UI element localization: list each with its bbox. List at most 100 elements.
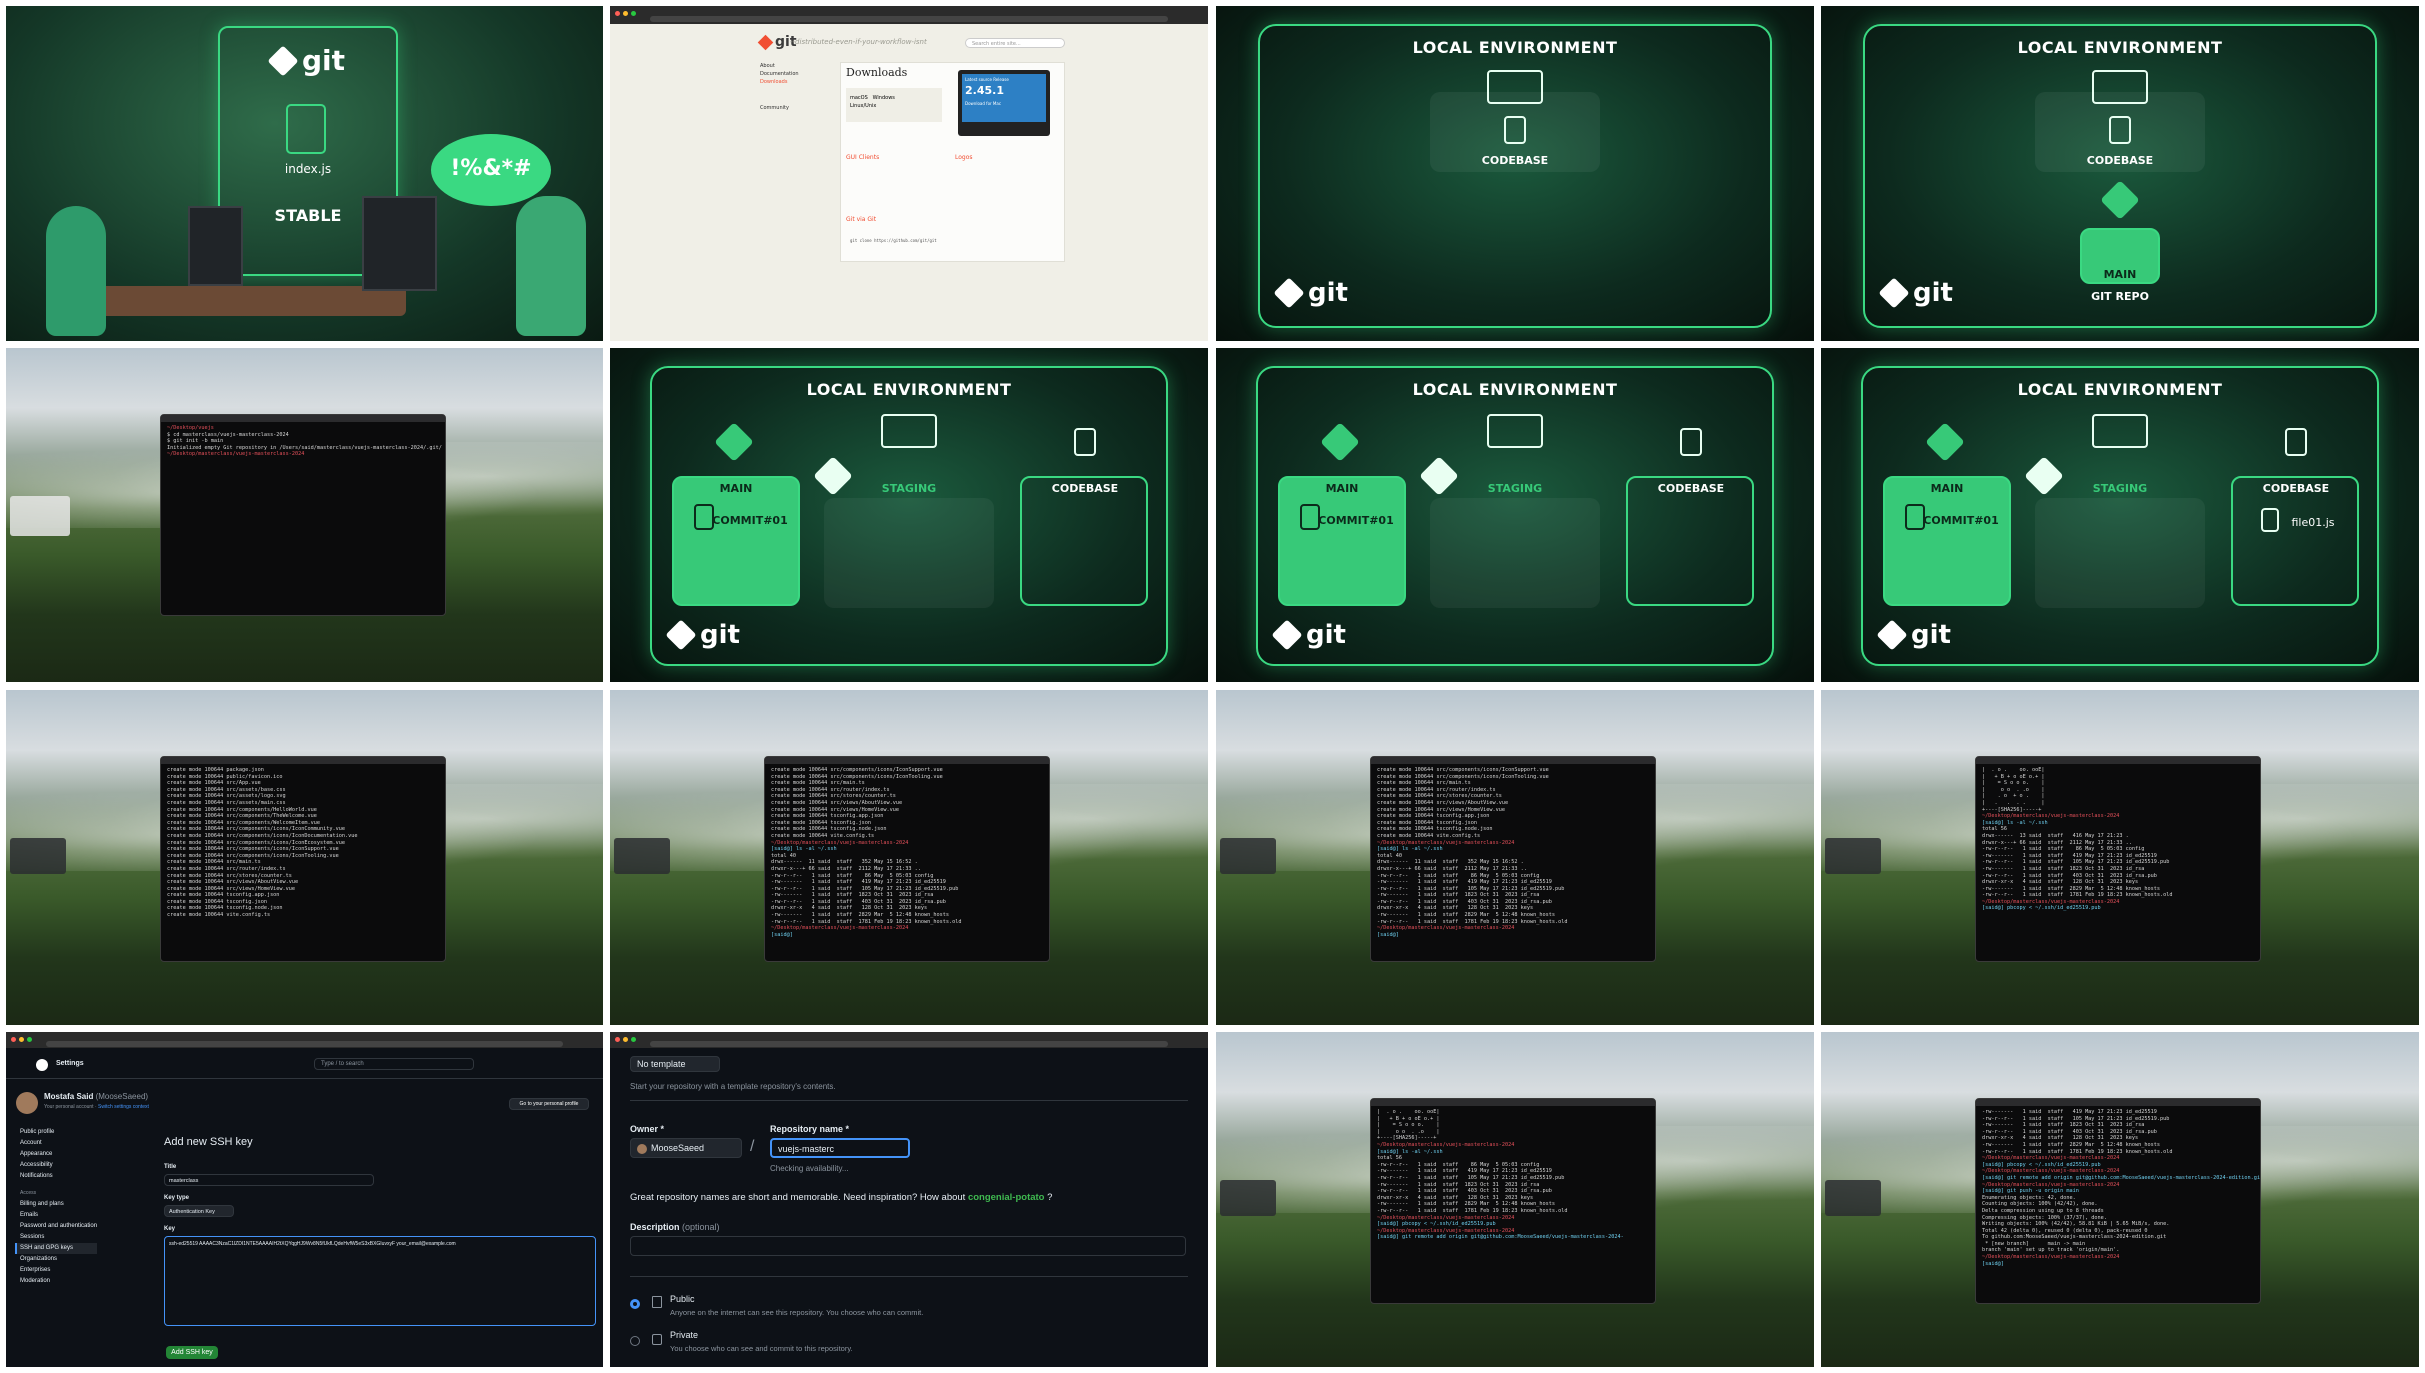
terminal-window[interactable]: create mode 100644 src/components/icons/… (1370, 756, 1656, 962)
nav-downloads[interactable]: Downloads (760, 78, 799, 86)
terminal-line: -rw-r--r-- 1 said staff 105 May 17 21:23… (1982, 1115, 2170, 1122)
local-env-title: LOCAL ENVIRONMENT (806, 380, 1012, 399)
terminal-window[interactable]: ~/Desktop/vuejs $ cd masterclass/vuejs-ma… (160, 414, 446, 616)
search-input[interactable]: Search entire site... (965, 38, 1065, 48)
release-monitor: Latest source Release 2.45.1 Download fo… (958, 70, 1050, 136)
git-repo-label: GIT REPO (2091, 290, 2149, 303)
nav-enterprises[interactable]: Enterprises (20, 1265, 97, 1276)
terminal-window[interactable]: -rw------- 1 said staff 419 May 17 21:23… (1975, 1098, 2261, 1304)
title-label: Title (164, 1164, 177, 1170)
platform-linux[interactable]: Linux/Unix (850, 103, 876, 109)
main-label: MAIN (1930, 482, 1964, 495)
tile-local-env-2: LOCAL ENVIRONMENT CODEBASE MAIN GIT REPO… (1821, 6, 2419, 341)
terminal-line: Initialized empty Git repository in /Use… (167, 444, 442, 451)
nav-accessibility[interactable]: Accessibility (20, 1160, 97, 1171)
owner-label: Owner * (630, 1124, 665, 1134)
git-logo: git (1878, 277, 1953, 309)
terminal-line: -rw------- 1 said staff 419 May 17 21:23… (1377, 879, 1552, 886)
public-icon (652, 1296, 662, 1308)
gui-clients: GUI Clients (846, 154, 880, 161)
public-radio[interactable] (630, 1299, 640, 1309)
terminal-line: ~/Desktop/masterclass/vuejs-masterclass-… (1377, 1141, 1515, 1148)
local-env-title: LOCAL ENVIRONMENT (1412, 380, 1618, 399)
terminal-line: ~/Desktop/masterclass/vuejs-masterclass-… (1982, 1181, 2120, 1188)
nav-organizations[interactable]: Organizations (20, 1254, 97, 1265)
terminal-line: | o o . .o | (1982, 786, 2045, 793)
desk (66, 286, 406, 316)
terminal-line: create mode 100644 src/components/HelloW… (167, 806, 317, 813)
terminal-line: +----[SHA256]-----+ (1982, 806, 2042, 813)
nav-moderation[interactable]: Moderation (20, 1276, 97, 1287)
tile-terminal-push: -rw------- 1 said staff 419 May 17 21:23… (1821, 1032, 2419, 1367)
terminal-line: create mode 100644 src/components/icons/… (167, 846, 339, 853)
nav-docs[interactable]: Documentation (760, 70, 799, 78)
terminal-window[interactable]: create mode 100644 src/components/icons/… (764, 756, 1050, 962)
terminal-line: create mode 100644 tsconfig.app.json (167, 892, 280, 899)
key-textarea[interactable]: ssh-ed25519 AAAAC3NzaC1lZDI1NTE5AAAAIH2t… (164, 1236, 596, 1326)
terminal-line: Compressing objects: 100% (37/37), done. (1982, 1214, 2107, 1221)
repo-label: Repository name * (770, 1124, 850, 1134)
header-divider (6, 1078, 603, 1079)
suggestion-link[interactable]: congenial-potato (968, 1192, 1045, 1203)
page-title: Add new SSH key (164, 1136, 253, 1148)
terminal-line: ~/Desktop/masterclass/vuejs-masterclass-… (1377, 839, 1515, 846)
private-radio[interactable] (630, 1336, 640, 1346)
search-input[interactable]: Type / to search (314, 1058, 474, 1070)
terminal-line: create mode 100644 src/assets/base.css (167, 786, 286, 793)
github-logo-icon[interactable] (36, 1059, 48, 1071)
terminal-line: create mode 100644 src/stores/counter.ts (1377, 793, 1502, 800)
desktop-widget (1220, 1180, 1276, 1216)
platform-windows[interactable]: Windows (873, 95, 895, 101)
keytype-select[interactable]: Authentication Key (164, 1205, 234, 1217)
avatar[interactable] (16, 1092, 38, 1114)
description-input[interactable] (630, 1236, 1186, 1256)
nav-password[interactable]: Password and authentication (20, 1221, 97, 1232)
terminal-line: drwxr-x---+ 66 said staff 2112 May 17 21… (1377, 865, 1527, 872)
nav-ssh-keys[interactable]: SSH and GPG keys (15, 1243, 98, 1254)
nav-billing[interactable]: Billing and plans (20, 1199, 97, 1210)
terminal-line: [said@] pbcopy < ~/.ssh/id_ed25519.pub (1377, 1221, 1496, 1228)
terminal-line: create mode 100644 src/router/index.ts (1377, 786, 1496, 793)
file-code-icon (1074, 428, 1096, 456)
git-logo: git (1273, 277, 1348, 309)
desktop-widget (1825, 1180, 1881, 1216)
staging-label: STAGING (2092, 482, 2148, 495)
checking-status: Checking availability... (770, 1164, 849, 1173)
terminal-line: [said@] (771, 931, 796, 938)
nav-community[interactable]: Community (760, 104, 799, 112)
platform-macos[interactable]: macOS (850, 95, 868, 101)
desktop-widget (10, 496, 70, 536)
laptop-gear-icon (2092, 70, 2148, 104)
commit-label: COMMIT#01 (1318, 514, 1394, 527)
local-env-title: LOCAL ENVIRONMENT (2017, 380, 2223, 399)
owner-select[interactable]: MooseSaeed (630, 1138, 742, 1158)
terminal-line: -rw-r--r-- 1 said staff 105 May 17 21:23… (1982, 859, 2170, 866)
tile-staging-1: LOCAL ENVIRONMENT MAIN COMMIT#01 STAGING COD… (610, 348, 1208, 682)
terminal-line: Total 42 (delta 0), reused 0 (delta 0), … (1982, 1227, 2148, 1234)
repo-name-input[interactable]: vuejs-masterc (770, 1138, 910, 1158)
add-ssh-key-button[interactable]: Add SSH key (166, 1346, 218, 1359)
terminal-window[interactable]: | . o . oo. ooE| | + B + o oE o.+ | | = S … (1975, 756, 2261, 962)
terminal-line: | o o . .o | (1377, 1128, 1440, 1135)
terminal-line: | = S o o o. | (1377, 1122, 1440, 1129)
nav-emails[interactable]: Emails (20, 1210, 97, 1221)
description-label: Description (optional) (630, 1222, 720, 1232)
title-field[interactable]: masterclass (164, 1174, 374, 1186)
terminal-line: -rw------- 1 said staff 1823 Oct 31 2023… (771, 892, 934, 899)
template-select[interactable]: No template (630, 1056, 720, 1072)
download-mac-button[interactable]: Download for Mac (965, 101, 1043, 106)
profile-button[interactable]: Go to your personal profile (509, 1098, 589, 1110)
nav-appearance[interactable]: Appearance (20, 1149, 97, 1160)
file-label: index.js (284, 162, 332, 176)
file-code-icon (1680, 428, 1702, 456)
nav-account[interactable]: Account (20, 1138, 97, 1149)
nav-sessions[interactable]: Sessions (20, 1232, 97, 1243)
nav-notifications[interactable]: Notifications (20, 1171, 97, 1182)
terminal-line: ~/Desktop/masterclass/vuejs-masterclass-… (1377, 1214, 1515, 1221)
template-hint: Start your repository with a template re… (630, 1082, 836, 1091)
nav-public-profile[interactable]: Public profile (20, 1127, 97, 1138)
terminal-window[interactable]: create mode 100644 package.json create mo… (160, 756, 446, 962)
terminal-window[interactable]: | . o . oo. ooE| | + B + o oE o.+ | | = S … (1370, 1098, 1656, 1304)
terminal-line: create mode 100644 tsconfig.json (771, 819, 871, 826)
nav-about[interactable]: About (760, 62, 799, 70)
